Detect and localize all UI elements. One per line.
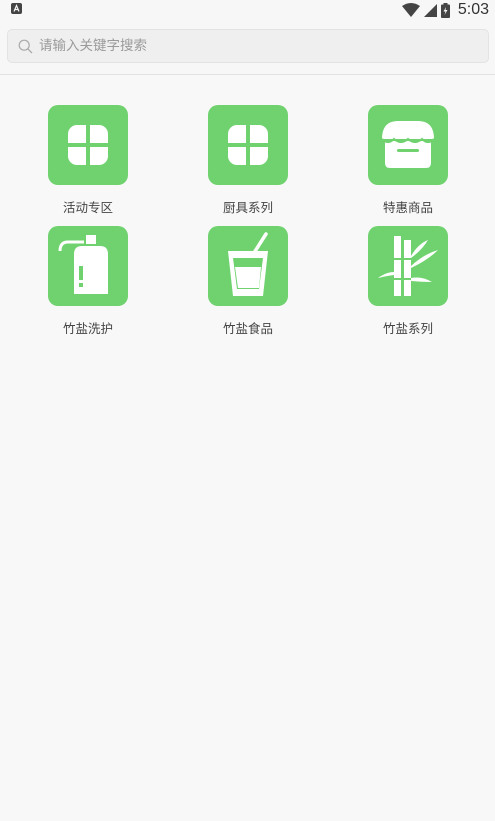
category-item[interactable]: 竹盐洗护: [28, 226, 148, 337]
category-item[interactable]: 竹盐食品: [188, 226, 308, 337]
clock: 5:03: [457, 1, 489, 18]
search-icon: [18, 39, 33, 54]
category-tile[interactable]: [48, 226, 128, 306]
category-tile[interactable]: [208, 226, 288, 306]
store-icon: [381, 121, 435, 168]
category-tile[interactable]: [208, 105, 288, 185]
category-tile[interactable]: [368, 105, 448, 185]
category-tile[interactable]: [368, 226, 448, 306]
category-item[interactable]: 特惠商品: [348, 105, 468, 216]
notification-icon: [11, 3, 22, 14]
clover-icon: [68, 125, 108, 165]
category-label: 竹盐食品: [222, 321, 273, 336]
signal-icon: [423, 4, 437, 17]
category-label: 厨具系列: [222, 200, 273, 215]
category-label: 特惠商品: [382, 200, 433, 215]
search-box[interactable]: [7, 29, 489, 63]
category-item[interactable]: 活动专区: [28, 105, 148, 216]
category-item[interactable]: 竹盐系列: [348, 226, 468, 337]
category-label: 竹盐系列: [382, 321, 433, 336]
category-label: 竹盐洗护: [62, 321, 113, 336]
clover-icon: [228, 125, 268, 165]
wifi-icon: [401, 3, 420, 17]
search-header: [0, 20, 495, 75]
category-label: 活动专区: [62, 200, 113, 215]
category-item[interactable]: 厨具系列: [188, 105, 308, 216]
lotion-bottle-icon: [58, 235, 108, 294]
search-input[interactable]: [39, 30, 469, 62]
drink-cup-icon: [228, 232, 268, 296]
status-bar: 5:03: [0, 0, 495, 20]
bamboo-icon: [378, 236, 438, 296]
category-tile[interactable]: [48, 105, 128, 185]
battery-icon: [440, 2, 450, 18]
